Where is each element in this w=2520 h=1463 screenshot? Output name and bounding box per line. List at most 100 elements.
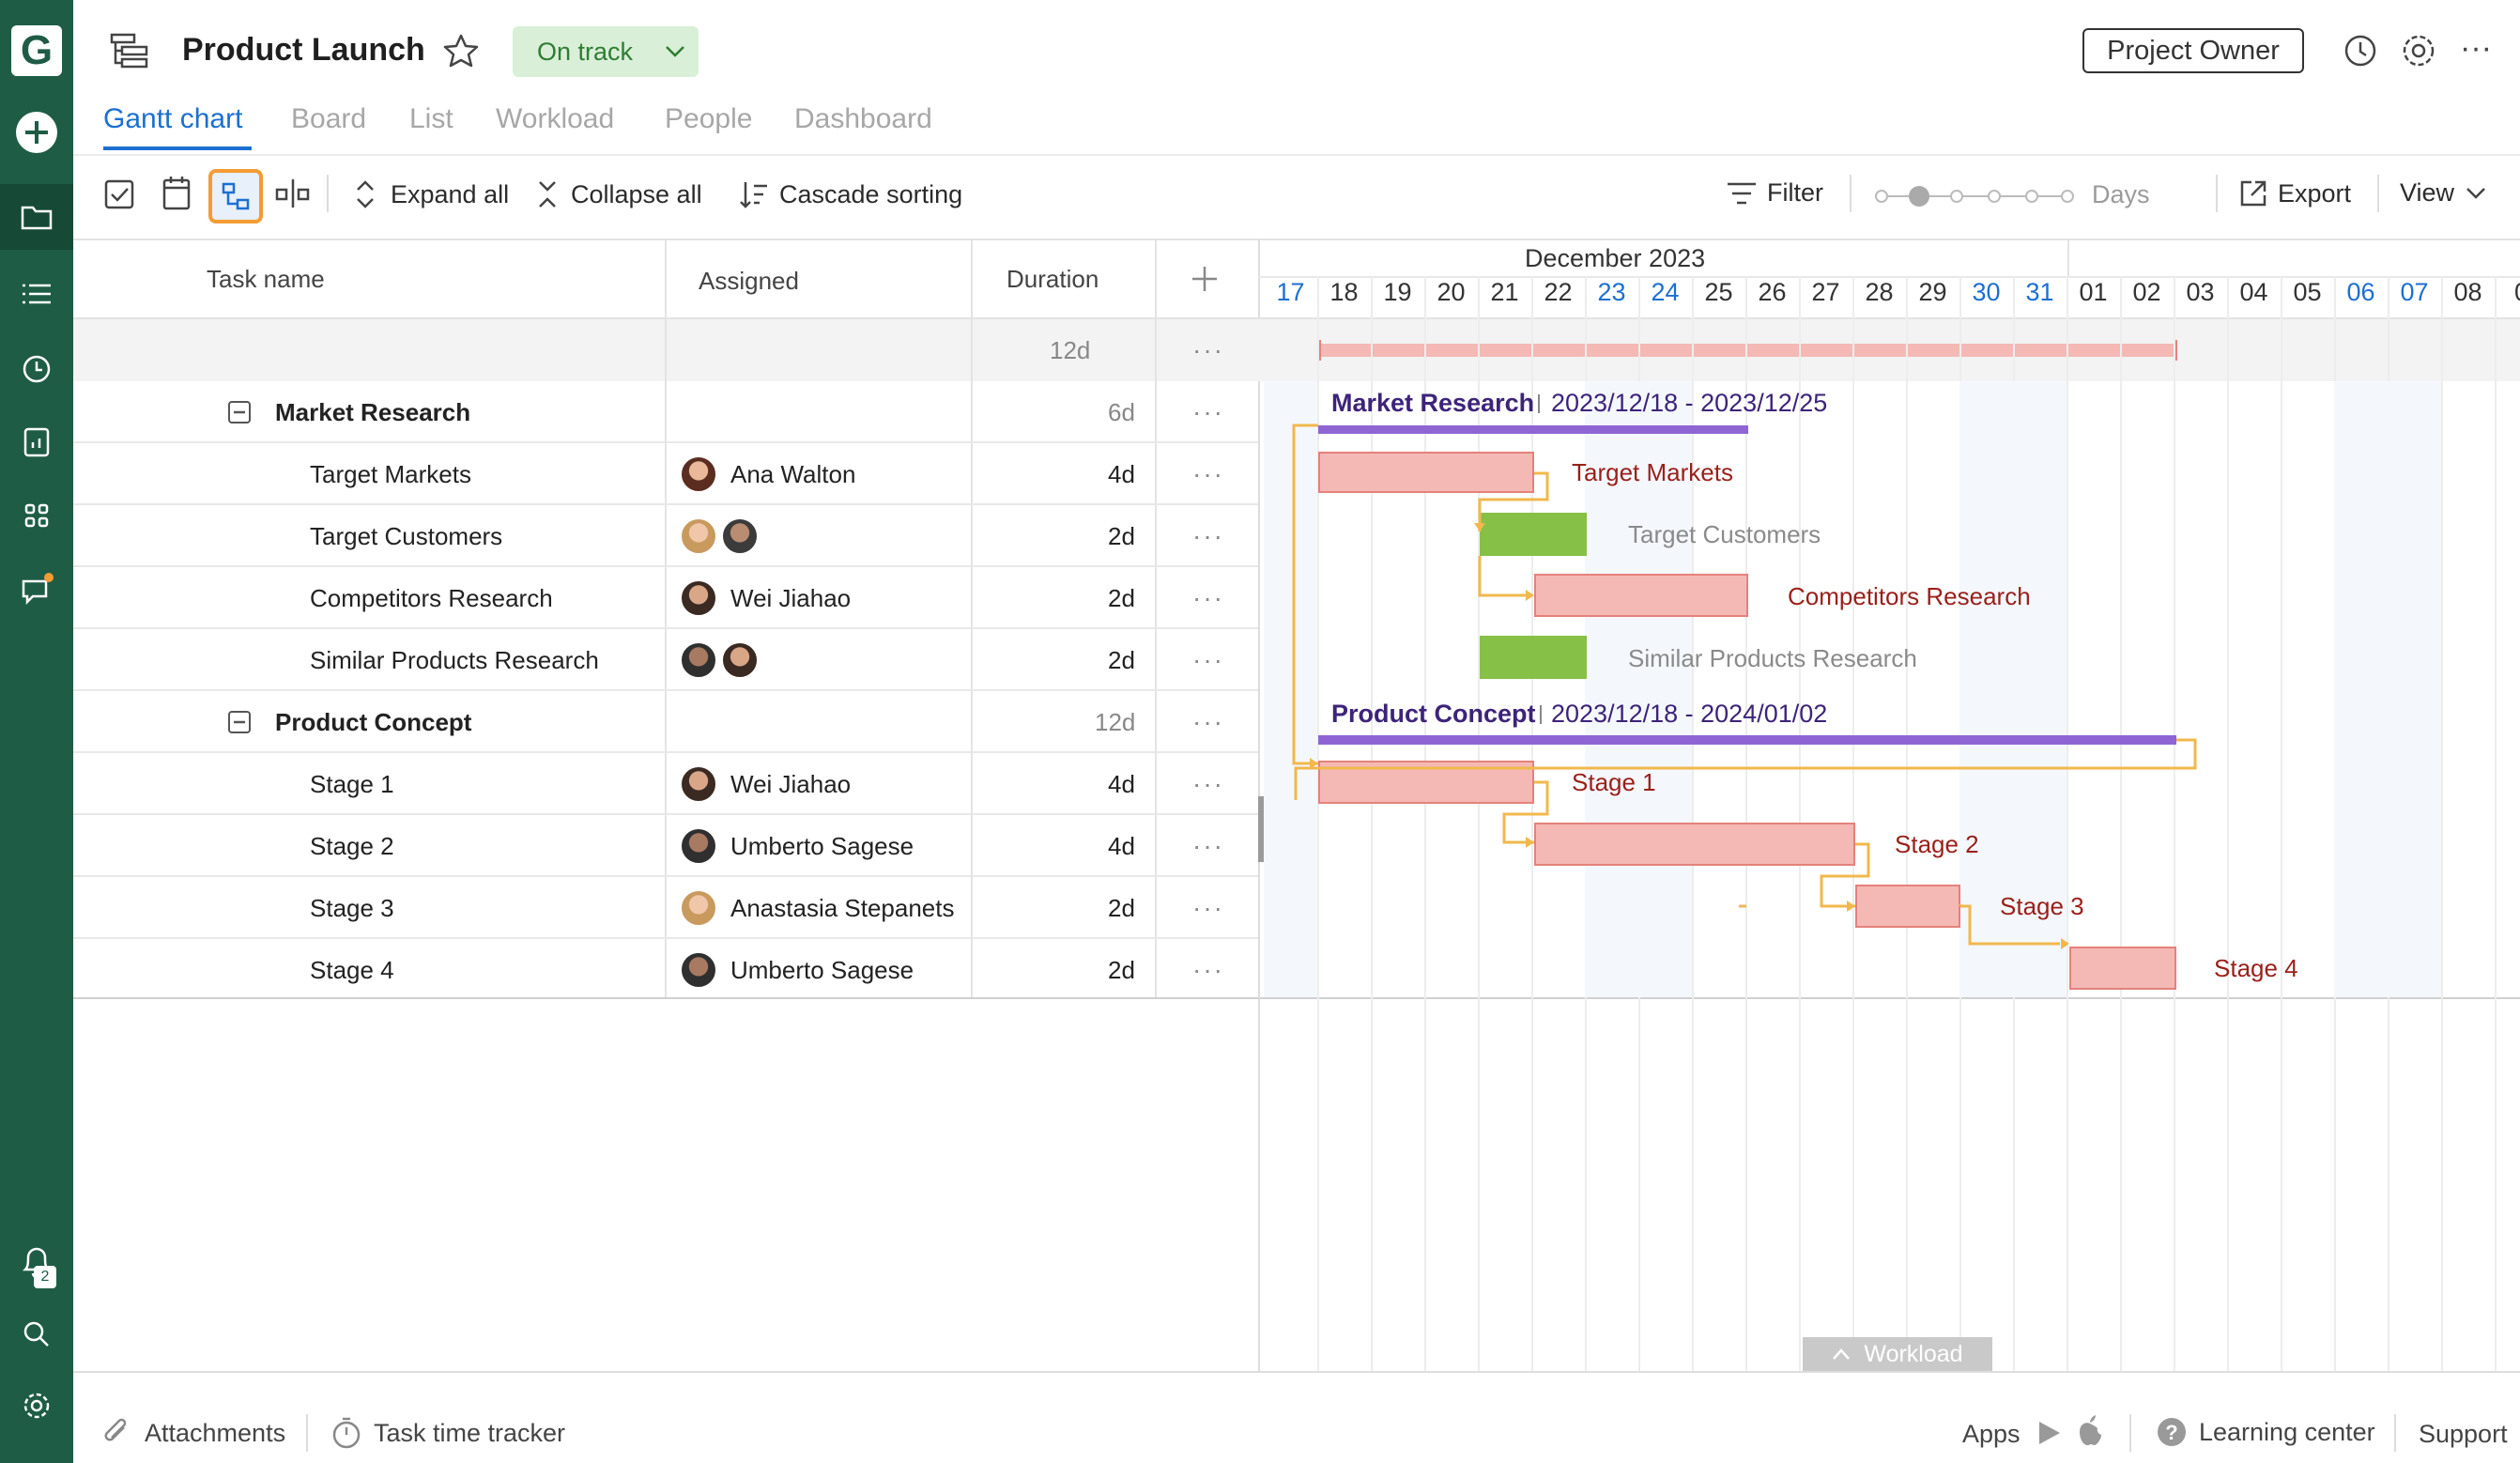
apps-label[interactable]: Apps: [1962, 1420, 2021, 1449]
row-menu-icon[interactable]: ···: [1192, 753, 1224, 815]
support-link[interactable]: Support: [2419, 1420, 2508, 1449]
svg-text:?: ?: [2165, 1421, 2177, 1444]
row-menu-icon[interactable]: ···: [1192, 939, 1224, 1001]
checkbox-icon[interactable]: [103, 178, 135, 215]
filter-button[interactable]: Filter: [1726, 178, 1823, 208]
collapse-group-icon[interactable]: [227, 710, 252, 739]
day-header: 08: [2453, 278, 2482, 306]
avatar[interactable]: [680, 641, 717, 679]
project-summary-bar[interactable]: [1318, 344, 2176, 357]
day-header: 07: [2400, 278, 2429, 306]
timeline-top-border: [1258, 239, 2520, 240]
export-button[interactable]: Export: [2238, 178, 2351, 208]
day-header: 26: [1758, 278, 1787, 306]
google-play-icon[interactable]: [2037, 1420, 2062, 1451]
row-menu-icon[interactable]: ···: [1192, 505, 1224, 567]
add-icon[interactable]: [0, 109, 73, 156]
more-menu-icon[interactable]: ···: [2460, 30, 2492, 67]
row-menu-icon[interactable]: ···: [1192, 877, 1224, 939]
avatar[interactable]: [721, 517, 759, 555]
chat-icon[interactable]: [0, 567, 73, 614]
workload-toggle[interactable]: Workload: [1803, 1337, 1992, 1371]
avatar[interactable]: [680, 765, 717, 803]
reports-icon[interactable]: [0, 421, 73, 464]
task-row-competitors-research[interactable]: Competitors Research Wei Jiahao 2d ···: [73, 567, 1258, 629]
avatar[interactable]: [680, 827, 717, 865]
row-menu-icon[interactable]: ···: [1192, 381, 1224, 443]
column-header-assigned[interactable]: Assigned: [699, 240, 799, 321]
avatar[interactable]: [680, 455, 717, 493]
stopwatch-icon: [332, 1417, 361, 1449]
learning-center-label: Learning center: [2199, 1417, 2375, 1446]
task-name: Similar Products Research: [310, 645, 599, 674]
list-icon[interactable]: [0, 272, 73, 316]
view-label: View: [2400, 178, 2455, 207]
apple-icon[interactable]: [2077, 1414, 2103, 1451]
task-duration: 2d: [1108, 583, 1135, 612]
task-name: Stage 2: [310, 831, 394, 860]
collapse-group-icon[interactable]: [227, 400, 252, 429]
task-row-target-markets[interactable]: Target Markets Ana Walton 4d ···: [73, 443, 1258, 505]
day-header: 04: [2239, 278, 2268, 306]
task-row-stage-4[interactable]: Stage 4 Umberto Sagese 2d ···: [73, 939, 1258, 1001]
bell-icon[interactable]: 2: [0, 1238, 73, 1290]
task-row-target-customers[interactable]: Target Customers 2d ···: [73, 505, 1258, 567]
task-row-similar-products-research[interactable]: Similar Products Research 2d ···: [73, 629, 1258, 691]
day-header: 03: [2186, 278, 2215, 306]
view-dropdown[interactable]: View: [2400, 178, 2486, 208]
row-menu-icon[interactable]: ···: [1192, 691, 1224, 753]
column-header-duration[interactable]: Duration: [1006, 240, 1099, 317]
task-row-stage-1[interactable]: Stage 1 Wei Jiahao 4d ···: [73, 753, 1258, 815]
star-icon[interactable]: [441, 32, 481, 76]
tab-workload[interactable]: Workload: [496, 103, 614, 135]
tab-list[interactable]: List: [409, 103, 453, 135]
gear-icon[interactable]: [2400, 32, 2437, 74]
critical-path-icon[interactable]: [274, 177, 312, 215]
task-row-market-research[interactable]: Market Research 6d ···: [73, 381, 1258, 443]
tab-people[interactable]: People: [665, 103, 752, 135]
avatar[interactable]: [680, 889, 717, 927]
link-arrow: [1847, 901, 1855, 912]
status-dropdown[interactable]: On track: [513, 26, 699, 77]
task-row-stage-2[interactable]: Stage 2 Umberto Sagese 4d ···: [73, 815, 1258, 877]
project-structure-icon[interactable]: [109, 32, 150, 74]
chevron-down-icon: [666, 46, 684, 57]
row-menu-icon[interactable]: ···: [1192, 567, 1224, 629]
search-icon[interactable]: [0, 1313, 73, 1356]
collapse-all-button[interactable]: Collapse all: [533, 178, 702, 210]
task-row-stage-3[interactable]: Stage 3 Anastasia Stepanets 2d ···: [73, 877, 1258, 939]
projects-icon[interactable]: [0, 184, 73, 250]
avatar[interactable]: [721, 641, 759, 679]
tab-gantt-chart[interactable]: Gantt chart: [103, 103, 242, 135]
column-header-task[interactable]: Task name: [207, 240, 325, 317]
row-menu-icon[interactable]: ···: [1192, 319, 1224, 381]
dependency-link: [1478, 471, 1549, 531]
day-grid-line: [2227, 276, 2229, 1371]
calendar-icon[interactable]: [161, 175, 195, 217]
learning-center-button[interactable]: ? Learning center: [2156, 1416, 2375, 1448]
task-duration: 4d: [1108, 769, 1135, 798]
tab-dashboard[interactable]: Dashboard: [794, 103, 932, 135]
dependency-link: [1502, 780, 1549, 844]
row-menu-icon[interactable]: ···: [1192, 815, 1224, 877]
dependencies-toggle[interactable]: [208, 169, 263, 223]
task-time-tracker-button[interactable]: Task time tracker: [330, 1416, 565, 1450]
cascade-sorting-button[interactable]: Cascade sorting: [738, 178, 962, 210]
apps-grid-icon[interactable]: [0, 494, 73, 537]
avatar[interactable]: [680, 579, 717, 617]
tab-board[interactable]: Board: [291, 103, 366, 135]
settings-icon[interactable]: [0, 1384, 73, 1427]
attachments-button[interactable]: Attachments: [103, 1418, 285, 1448]
avatar[interactable]: [680, 951, 717, 989]
row-menu-icon[interactable]: ···: [1192, 629, 1224, 691]
clock-icon[interactable]: [0, 347, 73, 391]
task-row-product-concept[interactable]: Product Concept 12d ···: [73, 691, 1258, 753]
expand-all-button[interactable]: Expand all: [351, 178, 509, 210]
logo[interactable]: G: [0, 17, 73, 85]
history-icon[interactable]: [2342, 32, 2379, 74]
zoom-slider[interactable]: [1874, 184, 2075, 213]
add-column-icon[interactable]: [1191, 265, 1219, 298]
project-owner-button[interactable]: Project Owner: [2082, 28, 2304, 73]
row-menu-icon[interactable]: ···: [1192, 443, 1224, 505]
avatar[interactable]: [680, 517, 717, 555]
